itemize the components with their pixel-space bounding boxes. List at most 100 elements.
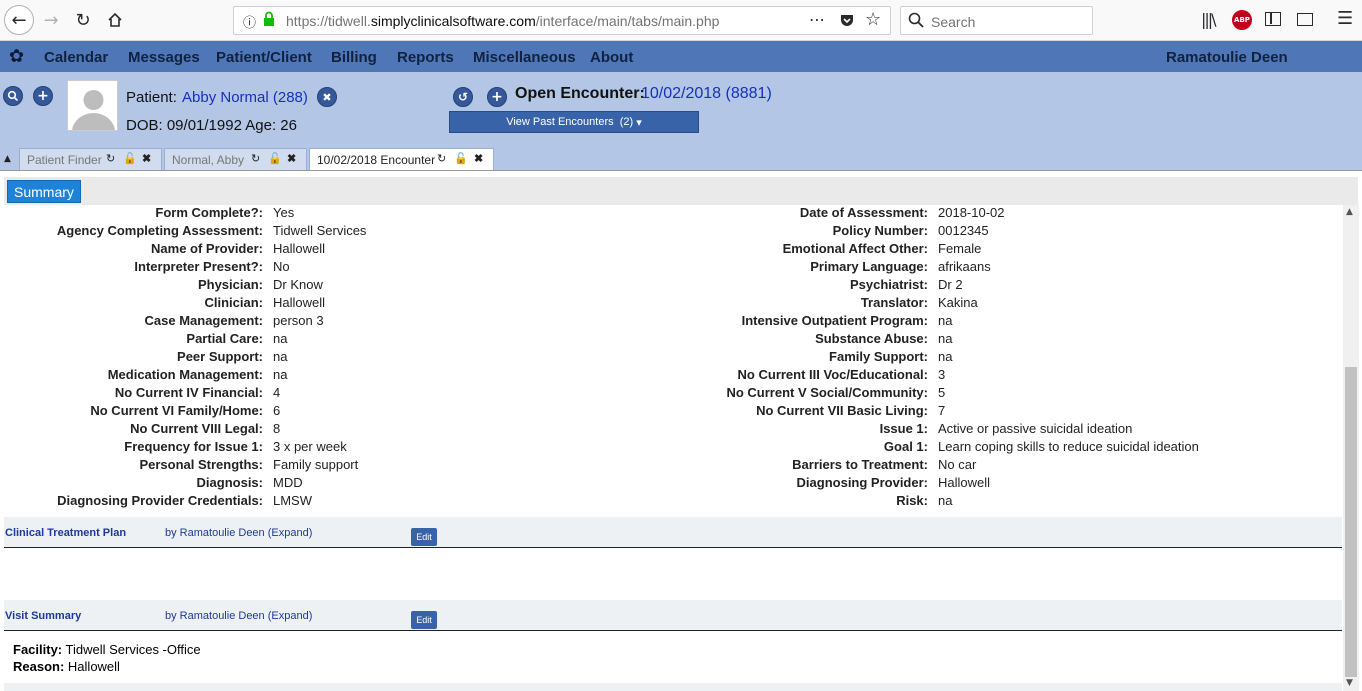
reload-icon[interactable]: ↻ — [69, 6, 97, 34]
avatar — [67, 80, 118, 131]
tab-close-icon[interactable]: ✖ — [474, 152, 483, 165]
adblock-icon[interactable]: ABP — [1232, 10, 1252, 30]
new-encounter-plus-icon[interactable]: + — [487, 87, 507, 107]
field-label: Medication Management: — [107, 367, 263, 382]
scroll-up-icon[interactable]: ▲ — [1346, 207, 1353, 217]
bookmark-star-icon[interactable]: ☆ — [865, 9, 881, 30]
tab-close-icon[interactable]: ✖ — [287, 152, 296, 165]
tab-label: Normal, Abby — [172, 153, 245, 167]
past-encounters-label: View Past Encounters — [506, 116, 614, 128]
encounter-content: Summary Form Complete?: Yes Agency Complet… — [0, 170, 1362, 691]
menu-messages[interactable]: Messages — [128, 49, 200, 66]
field-label: Physician: — [197, 277, 263, 292]
field-value: na — [938, 493, 953, 508]
field-label: Risk: — [896, 493, 928, 508]
screenshot-icon[interactable] — [1297, 13, 1313, 26]
field-value: Female — [938, 241, 982, 256]
field-label: Primary Language: — [810, 259, 928, 274]
tab-unlock-icon[interactable]: 🔓 — [268, 152, 282, 165]
menu-patient-client[interactable]: Patient/Client — [216, 49, 312, 66]
visit-summary-edit-button[interactable]: Edit — [411, 611, 437, 629]
visit-summary-expand-link[interactable]: by Ramatoulie Deen (Expand) — [165, 610, 312, 622]
treatment-plan-title[interactable]: Clinical Treatment Plan — [5, 527, 126, 539]
menu-about[interactable]: About — [590, 49, 633, 66]
current-user[interactable]: Ramatoulie Deen — [1166, 49, 1288, 66]
visit-summary-title[interactable]: Visit Summary — [5, 610, 81, 622]
patient-search-icon[interactable] — [3, 86, 23, 106]
url-bar[interactable]: ⓘ https://tidwell.simplyclinicalsoftware… — [233, 6, 891, 35]
open-encounter-link[interactable]: 10/02/2018 (8881) — [641, 85, 772, 103]
tab-normal-abby[interactable]: Normal, Abby ↻ 🔓 ✖ — [164, 148, 307, 170]
field-label: Translator: — [860, 295, 928, 310]
url-text[interactable]: https://tidwell.simplyclinicalsoftware.c… — [286, 13, 719, 29]
field-value: afrikaans — [938, 259, 991, 274]
field-label: Goal 1: — [883, 439, 928, 454]
treatment-plan-expand-link[interactable]: by Ramatoulie Deen (Expand) — [165, 527, 312, 539]
menu-reports[interactable]: Reports — [397, 49, 454, 66]
tab-refresh-icon[interactable]: ↻ — [251, 152, 260, 165]
past-encounters-count: (2) — [619, 116, 634, 128]
field-label: No Current VI Family/Home: — [90, 403, 263, 418]
tab-patient-finder[interactable]: Patient Finder ↻ 🔓 ✖ — [19, 148, 162, 170]
visit-reason: Reason: Hallowell — [13, 659, 120, 674]
scrollbar-thumb[interactable] — [1345, 367, 1357, 677]
field-value: Yes — [273, 205, 295, 220]
field-value: No car — [938, 457, 977, 472]
more-dots-icon[interactable]: ⋯ — [809, 10, 825, 29]
field-label: Family Support: — [829, 349, 928, 364]
caret-down-icon: ▾ — [636, 116, 642, 129]
field-label: No Current VII Basic Living: — [756, 403, 928, 418]
field-value: na — [938, 349, 953, 364]
menu-calendar[interactable]: Calendar — [44, 49, 108, 66]
summary-tab-bar: Summary — [4, 177, 1358, 205]
field-label: Peer Support: — [177, 349, 263, 364]
library-icon[interactable]: |||\ — [1201, 10, 1217, 29]
new-patient-plus-icon[interactable]: + — [33, 86, 53, 106]
hamburger-menu-icon[interactable]: ☰ — [1337, 8, 1353, 29]
home-icon[interactable] — [101, 6, 129, 34]
app-logo-icon[interactable]: ✿ — [9, 46, 24, 67]
tab-refresh-icon[interactable]: ↻ — [437, 152, 446, 165]
tab-unlock-icon[interactable]: 🔓 — [123, 152, 137, 165]
field-label: Barriers to Treatment: — [792, 457, 928, 472]
treatment-plan-header: Clinical Treatment Plan by Ramatoulie De… — [4, 517, 1342, 548]
search-bar[interactable]: Search — [900, 6, 1093, 35]
info-icon[interactable]: ⓘ — [243, 12, 256, 31]
menu-billing[interactable]: Billing — [331, 49, 377, 66]
field-value: Family support — [273, 457, 359, 472]
tab-close-icon[interactable]: ✖ — [142, 152, 151, 165]
encounter-history-icon[interactable]: ↺ — [453, 87, 473, 107]
close-patient-icon[interactable]: ✖ — [317, 87, 337, 107]
tab-refresh-icon[interactable]: ↻ — [106, 152, 115, 165]
menu-miscellaneous[interactable]: Miscellaneous — [473, 49, 576, 66]
field-label: No Current VIII Legal: — [130, 421, 263, 436]
browser-toolbar: ← → ↻ ⓘ https://tidwell.simplyclinicalso… — [0, 0, 1362, 41]
collapse-caret-icon[interactable]: ▲ — [4, 154, 11, 164]
summary-tab[interactable]: Summary — [7, 180, 81, 203]
field-value: person 3 — [273, 313, 324, 328]
field-label: Name of Provider: — [151, 241, 263, 256]
field-value: na — [273, 349, 288, 364]
view-past-encounters-button[interactable]: View Past Encounters (2) ▾ — [449, 111, 699, 133]
tab-unlock-icon[interactable]: 🔓 — [454, 152, 468, 165]
patient-name-link[interactable]: Abby Normal (288) — [182, 89, 308, 106]
scroll-down-icon[interactable]: ▼ — [1346, 678, 1353, 688]
field-value: Hallowell — [938, 475, 991, 490]
lock-icon[interactable] — [262, 11, 276, 31]
field-label: Partial Care: — [186, 331, 263, 346]
field-value: No — [273, 259, 290, 274]
back-arrow-icon[interactable]: ← — [4, 5, 34, 35]
field-label: Case Management: — [144, 313, 263, 328]
field-value: Kakina — [938, 295, 978, 310]
field-value: 3 — [938, 367, 946, 382]
field-label: Agency Completing Assessment: — [56, 223, 263, 238]
field-label: Clinician: — [204, 295, 263, 310]
treatment-plan-edit-button[interactable]: Edit — [411, 528, 437, 546]
forward-arrow-icon[interactable]: → — [37, 6, 65, 34]
pocket-icon[interactable] — [839, 12, 855, 32]
field-value: Dr 2 — [938, 277, 963, 292]
open-encounter-label: Open Encounter: — [515, 85, 645, 102]
tab-encounter[interactable]: 10/02/2018 Encounter ↻ 🔓 ✖ — [309, 148, 494, 170]
field-label: Substance Abuse: — [815, 331, 928, 346]
sidebar-icon[interactable] — [1265, 12, 1281, 26]
